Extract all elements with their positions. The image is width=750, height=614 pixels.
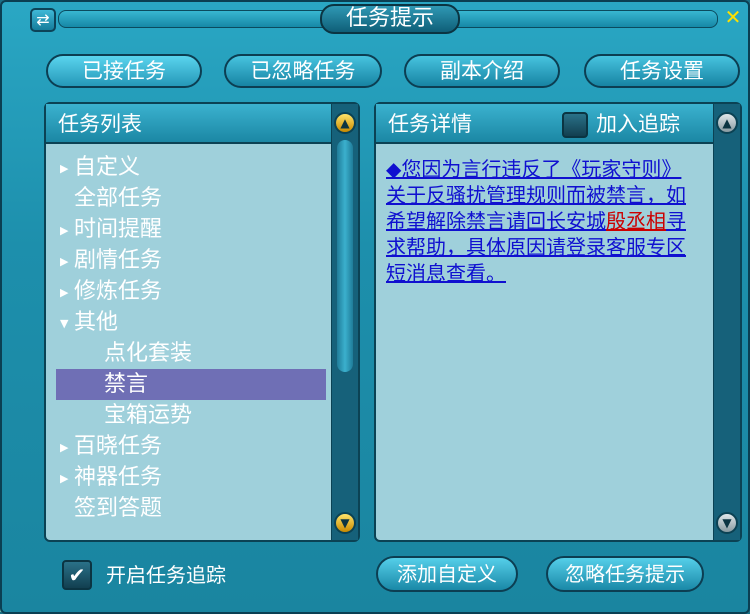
- task-detail-scrollbar[interactable]: ▲ ▼: [713, 104, 740, 540]
- task-tree-item[interactable]: ▶ 自定义: [56, 152, 326, 183]
- swap-icon[interactable]: ⇄: [30, 8, 56, 32]
- task-tree-item-label: 神器任务: [74, 465, 163, 490]
- task-tree-item-label: 宝箱运势: [104, 403, 193, 428]
- task-tree-item-label: 全部任务: [74, 186, 163, 211]
- task-tree-item[interactable]: ▶ 剧情任务: [56, 245, 326, 276]
- enable-tracking-checkbox[interactable]: ✔: [62, 560, 92, 590]
- tab-ignored-tasks[interactable]: 已忽略任务: [224, 54, 382, 88]
- task-tree-item-label: 签到答题: [74, 496, 163, 521]
- task-detail-title: 任务详情: [388, 112, 472, 136]
- task-prompt-window: ⇄ 任务提示 ✕ 已接任务 已忽略任务 副本介绍 任务设置 任务列表 ▶ 自定义全…: [0, 0, 750, 614]
- scroll-down-icon[interactable]: ▼: [334, 512, 356, 534]
- task-detail-text: ◆您因为言行违反了《玩家守则》关于反骚扰管理规则而被禁言，如希望解除禁言请回长安…: [386, 156, 686, 286]
- task-list-panel: 任务列表 ▶ 自定义 全部任务 ▶ 时间提醒 ▶ 剧情任务 ▶ 修炼任务 ▼ 其他 点化套装 禁言 宝箱运…: [44, 102, 360, 542]
- task-tree-item[interactable]: 全部任务: [56, 183, 326, 214]
- collapsed-arrow-icon[interactable]: ▶: [60, 432, 74, 463]
- detail-scroll-down-icon[interactable]: ▼: [716, 512, 738, 534]
- collapsed-arrow-icon[interactable]: ▶: [60, 153, 74, 184]
- task-tree-item[interactable]: ▶ 时间提醒: [56, 214, 326, 245]
- collapsed-arrow-icon[interactable]: ▶: [60, 277, 74, 308]
- task-tree-item[interactable]: 签到答题: [56, 493, 326, 524]
- task-tree-item[interactable]: 禁言: [56, 369, 326, 400]
- title-bar[interactable]: ⇄ 任务提示 ✕: [2, 2, 748, 36]
- task-tree-item[interactable]: ▶ 神器任务: [56, 462, 326, 493]
- track-label: 加入追踪: [596, 112, 680, 136]
- expanded-arrow-icon[interactable]: ▼: [60, 308, 74, 339]
- task-tree-item-label: 其他: [74, 310, 119, 335]
- enable-tracking-label: 开启任务追踪: [106, 563, 226, 587]
- scroll-up-icon[interactable]: ▲: [334, 112, 356, 134]
- collapsed-arrow-icon[interactable]: ▶: [60, 463, 74, 494]
- task-list-header: 任务列表: [46, 104, 358, 144]
- window-title: 任务提示: [320, 4, 460, 34]
- task-tree-item-label: 百晓任务: [74, 434, 163, 459]
- task-tree-item[interactable]: ▶ 百晓任务: [56, 431, 326, 462]
- task-tree-item-label: 点化套装: [104, 341, 193, 366]
- add-custom-button[interactable]: 添加自定义: [376, 556, 518, 592]
- task-tree-item-label: 修炼任务: [74, 279, 163, 304]
- task-tree: ▶ 自定义 全部任务 ▶ 时间提醒 ▶ 剧情任务 ▶ 修炼任务 ▼ 其他 点化套装 禁言 宝箱运势 ▶ 百晓任…: [56, 152, 326, 524]
- tab-task-settings[interactable]: 任务设置: [584, 54, 740, 88]
- task-tree-item[interactable]: ▶ 修炼任务: [56, 276, 326, 307]
- task-tree-item-label: 时间提醒: [74, 217, 163, 242]
- task-tree-item-label: 禁言: [104, 372, 149, 397]
- tab-accepted-tasks[interactable]: 已接任务: [46, 54, 202, 88]
- npc-link[interactable]: 殷丞相: [606, 209, 666, 233]
- task-tree-item-label: 剧情任务: [74, 248, 163, 273]
- collapsed-arrow-icon[interactable]: ▶: [60, 215, 74, 246]
- track-checkbox[interactable]: [562, 112, 588, 138]
- task-tree-item[interactable]: 宝箱运势: [56, 400, 326, 431]
- task-tree-item[interactable]: ▼ 其他: [56, 307, 326, 338]
- collapsed-arrow-icon[interactable]: ▶: [60, 246, 74, 277]
- ignore-task-prompt-button[interactable]: 忽略任务提示: [546, 556, 704, 592]
- task-tree-item[interactable]: 点化套装: [56, 338, 326, 369]
- scroll-thumb[interactable]: [337, 140, 353, 372]
- tab-instance-intro[interactable]: 副本介绍: [404, 54, 560, 88]
- task-list-scrollbar[interactable]: ▲ ▼: [331, 104, 358, 540]
- task-detail-header: 任务详情: [376, 104, 740, 144]
- task-tree-item-label: 自定义: [74, 155, 141, 180]
- check-icon: ✔: [68, 563, 86, 587]
- task-detail-panel: 任务详情 加入追踪 ◆您因为言行违反了《玩家守则》关于反骚扰管理规则而被禁言，如…: [374, 102, 742, 542]
- close-icon[interactable]: ✕: [722, 6, 744, 28]
- detail-scroll-up-icon[interactable]: ▲: [716, 112, 738, 134]
